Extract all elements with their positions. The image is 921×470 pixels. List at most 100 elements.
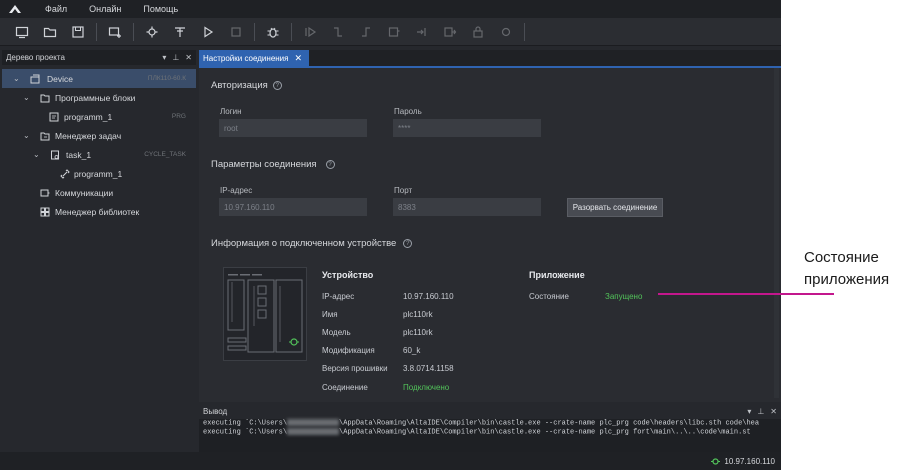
help-icon[interactable]: ? [325,160,335,169]
tree-item-task-manager[interactable]: ⌄ Менеджер задач [2,126,196,145]
tree-item-label: Device [47,73,73,84]
output-text: \AppData\Roaming\AltaIDE\Compiler\bin\ca… [339,428,751,437]
conn-title: Параметры соединения [211,159,317,170]
tree-item-label: programm_1 [74,168,123,179]
ip-input[interactable] [219,198,367,216]
device-info-section-title: Информация о подключенном устройстве ? [211,238,413,249]
chevron-down-icon[interactable]: ⌄ [13,74,20,83]
ip-label: IP-адрес [220,186,253,195]
conn-section-title: Параметры соединения ? [211,159,335,170]
step-in-icon[interactable] [324,21,352,43]
new-project-icon[interactable] [8,21,36,43]
chevron-down-icon[interactable]: ⌄ [23,93,30,102]
connection-icon [711,457,721,465]
task-icon [51,150,59,159]
compile-icon[interactable] [166,21,194,43]
annotation-line-2: приложения [804,271,890,288]
info-key: Соединение [322,383,368,392]
pin-icon[interactable]: ⊥ [757,407,764,416]
tree-item-tag: CYCLE_TASK [144,151,186,158]
output-text: \AppData\Roaming\AltaIDE\Compiler\bin\ca… [339,419,760,428]
app-state-value: Запущено [605,292,643,301]
stop-icon[interactable] [222,21,250,43]
info-key: IP-адрес [322,292,355,301]
output-text: executing `C:\Users\ [203,428,288,437]
toolbar-separator [291,22,292,41]
tree-item-device[interactable]: ⌄ Device ПЛК110-60.К [2,69,196,88]
open-folder-icon[interactable] [36,21,64,43]
program-icon [49,112,59,121]
panel-menu-icon[interactable]: ▾ [162,53,166,62]
output-title: Вывод [203,407,228,416]
tree-item-library-manager[interactable]: Менеджер библиотек [2,202,196,221]
info-value: 60_k [403,346,421,355]
reset-icon[interactable] [492,21,520,43]
editor-scrollbar[interactable] [774,68,779,398]
output-line: executing `C:\Users\ \AppData\Roaming\Alt… [199,428,781,437]
output-line: executing `C:\Users\ \AppData\Roaming\Alt… [199,419,781,428]
tree-item-programm-1[interactable]: programm_1 PRG [2,107,196,126]
pin-icon[interactable]: ⊥ [172,53,179,62]
info-value: plc110rk [403,328,433,337]
info-key: Версия прошивки [322,364,388,373]
close-icon[interactable]: ✕ [185,53,192,62]
toolbar-separator [254,22,255,41]
tab-connection-settings[interactable]: Настройки соединения ✕ [199,50,309,66]
tree-item-task-1[interactable]: ⌄ task_1 CYCLE_TASK [2,145,196,164]
menu-file[interactable]: Файл [34,4,78,14]
disconnect-button[interactable]: Разорвать соединение [567,198,663,217]
build-icon[interactable] [138,21,166,43]
tree-item-tag: ПЛК110-60.К [147,75,186,82]
tree-item-communications[interactable]: Коммуникации [2,183,196,202]
tree-item-label: Менеджер задач [55,130,122,141]
output-header: Вывод ▾ ⊥ ✕ [199,404,781,419]
step-out-icon[interactable] [352,21,380,43]
device-header: Устройство [322,270,374,280]
debug-icon[interactable] [259,21,287,43]
redacted-username [287,419,340,426]
annotation-label: Состояние приложения [804,247,889,291]
step-over-icon[interactable] [296,21,324,43]
project-tree-title: Дерево проекта [6,53,65,62]
tree-item-task-programm-1[interactable]: programm_1 [2,164,196,183]
task-manager-icon [40,132,50,140]
run-to-cursor-icon[interactable] [408,21,436,43]
password-input[interactable] [393,119,541,137]
tab-label: Настройки соединения [203,53,289,63]
password-label: Пароль [394,107,422,116]
tree-item-label: Коммуникации [55,187,114,198]
add-device-icon[interactable] [101,21,129,43]
menu-help[interactable]: Помощь [132,4,189,14]
menu-bar: Файл Онлайн Помощь [0,0,781,18]
port-label: Порт [394,186,413,195]
toolbar-separator [133,22,134,41]
watch-icon[interactable] [436,21,464,43]
login-input[interactable] [219,119,367,137]
connection-settings-panel: Авторизация ? Логин Пароль Параметры сое… [199,66,781,402]
help-icon[interactable]: ? [272,81,282,90]
run-icon[interactable] [194,21,222,43]
help-icon[interactable]: ? [403,239,413,248]
connection-status-value: Подключено [403,383,450,392]
device-info-title: Информация о подключенном устройстве [211,238,397,249]
tree-item-program-blocks[interactable]: ⌄ Программные блоки [2,88,196,107]
tree-item-label: Менеджер библиотек [55,206,140,217]
close-icon[interactable]: ✕ [770,407,777,416]
info-key: Модель [322,328,351,337]
panel-menu-icon[interactable]: ▾ [747,407,751,416]
login-label: Логин [220,107,242,116]
breakpoint-icon[interactable] [380,21,408,43]
status-connection: 10.97.160.110 [724,456,775,466]
port-input[interactable] [393,198,541,216]
save-icon[interactable] [64,21,92,43]
tree-item-tag: PRG [171,113,186,120]
info-value: 3.8.0714.1158 [403,364,454,373]
auth-title: Авторизация [211,80,268,91]
chevron-down-icon[interactable]: ⌄ [33,150,40,159]
lock-icon[interactable] [464,21,492,43]
close-tab-icon[interactable]: ✕ [294,53,302,64]
menu-online[interactable]: Онлайн [78,4,132,14]
project-tree-header: Дерево проекта ▾ ⊥ ✕ [2,50,196,65]
annotation-line [658,293,834,295]
chevron-down-icon[interactable]: ⌄ [23,131,30,140]
